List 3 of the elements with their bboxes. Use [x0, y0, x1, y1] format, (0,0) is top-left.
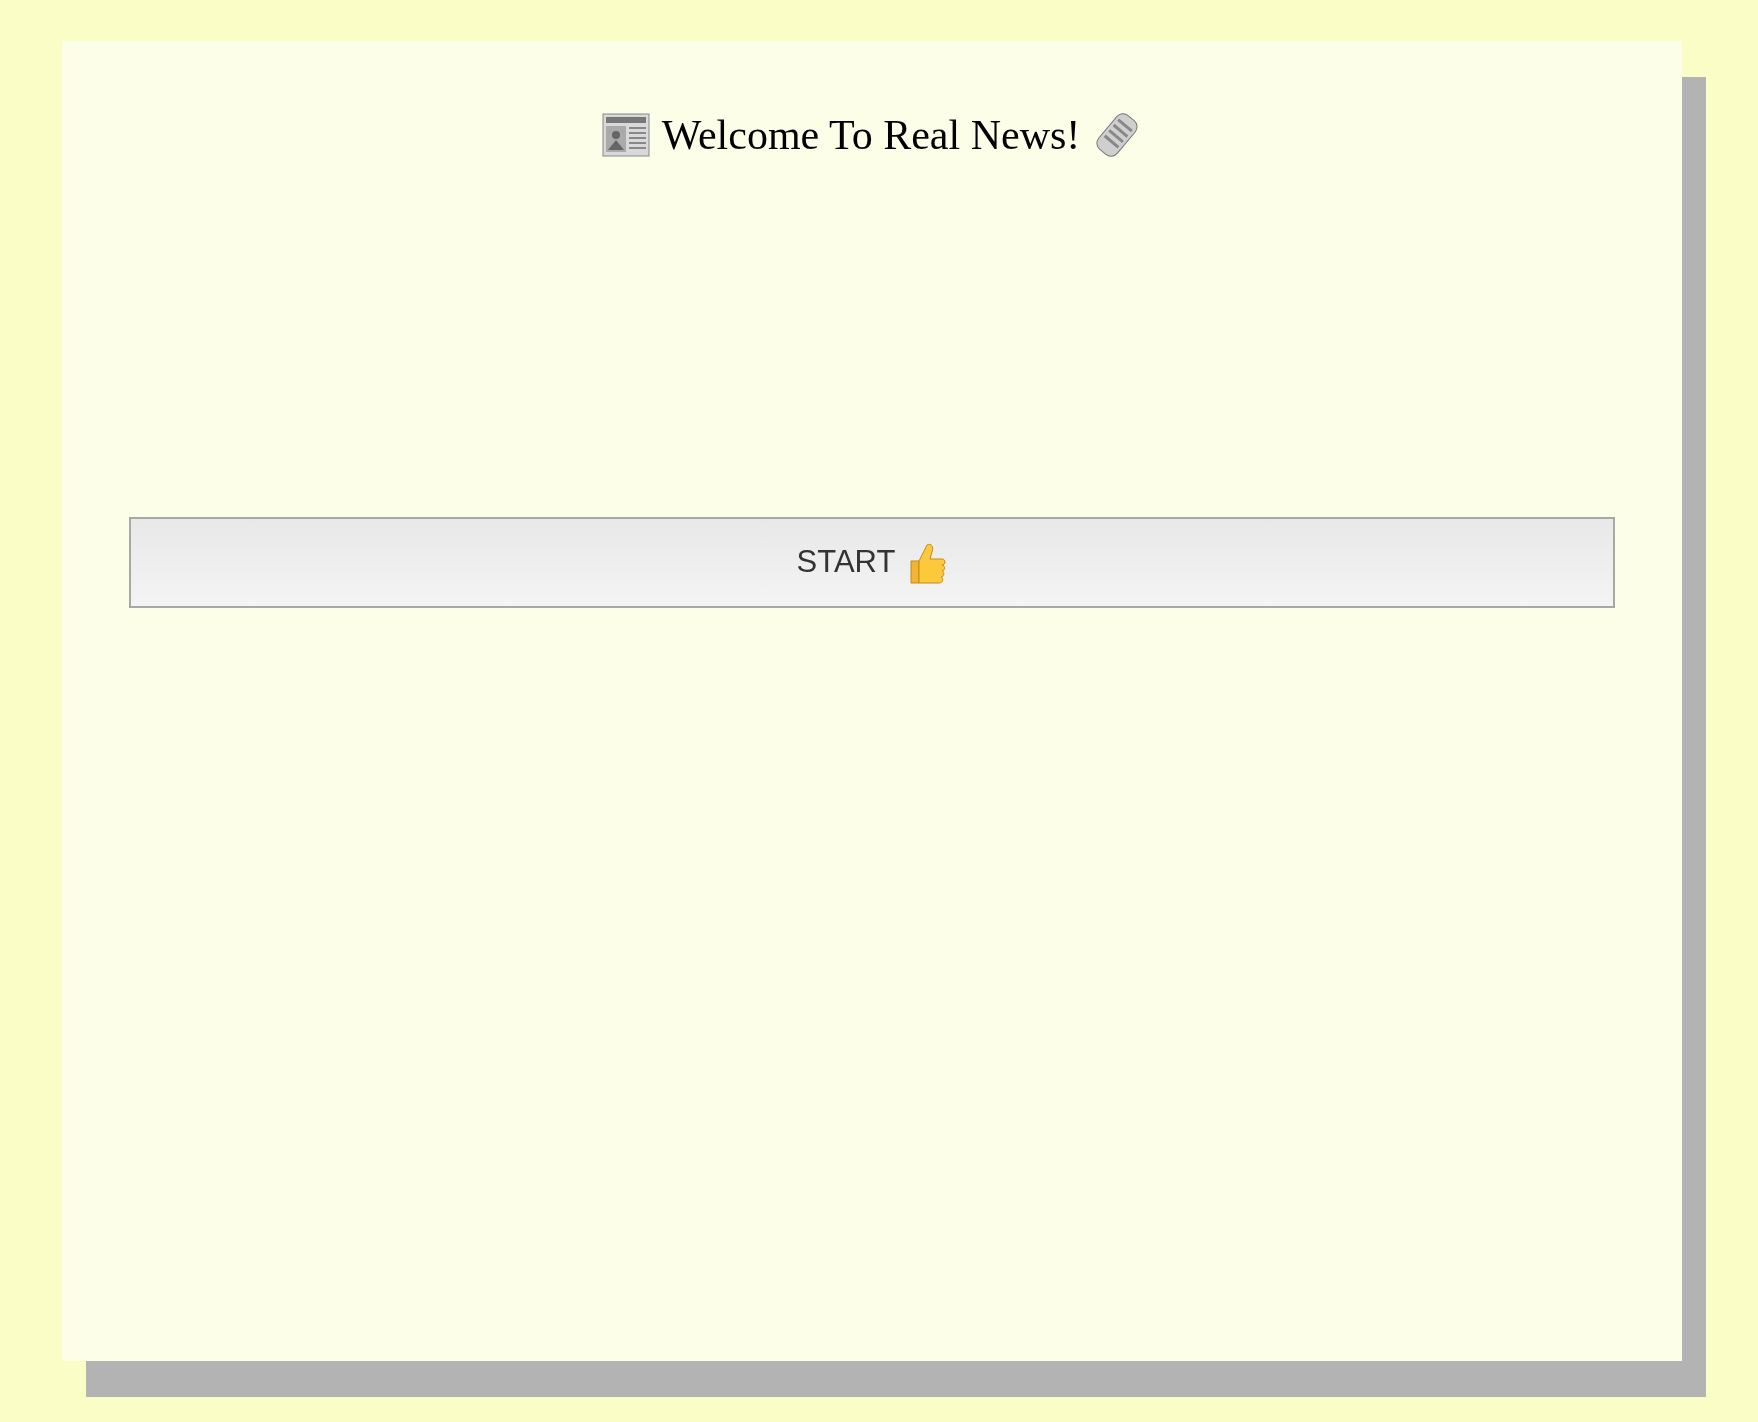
- start-button[interactable]: START: [129, 517, 1615, 608]
- page-title: Welcome To Real News!: [661, 111, 1081, 160]
- newspaper-icon: [601, 113, 650, 157]
